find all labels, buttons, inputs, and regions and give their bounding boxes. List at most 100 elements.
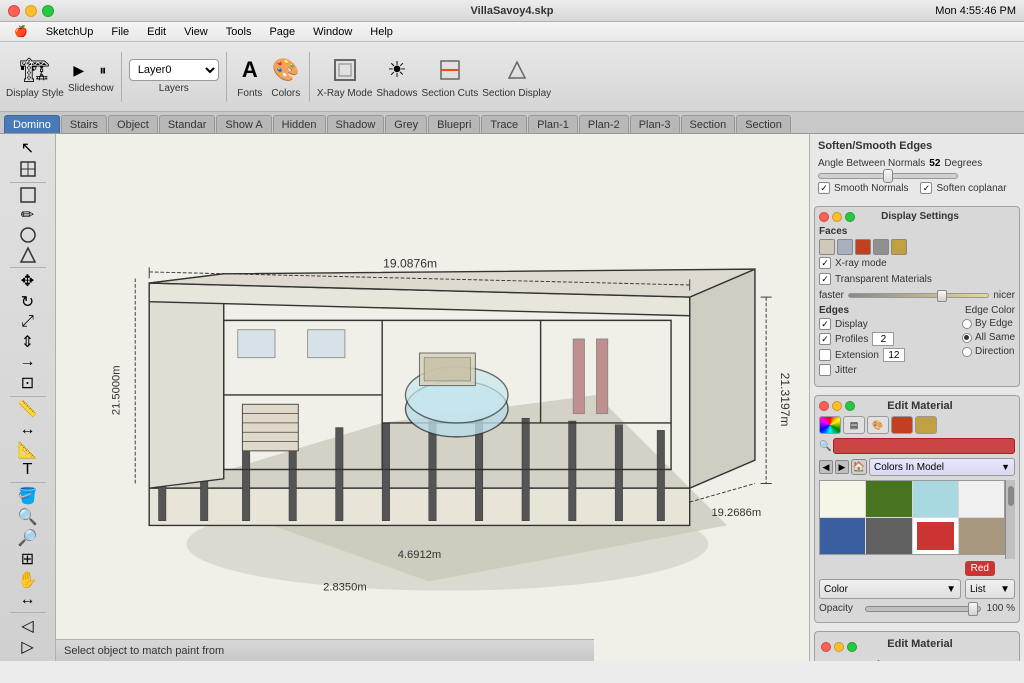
ds-min-btn[interactable] (832, 212, 842, 222)
swatch-4[interactable] (959, 481, 1004, 517)
offset-tool[interactable]: ⊡ (14, 373, 42, 393)
paint-tool[interactable]: 🪣 (14, 486, 42, 506)
minimize-button[interactable] (25, 5, 37, 17)
color-sliders-icon[interactable]: ▤ (843, 416, 865, 434)
menu-window[interactable]: Window (305, 23, 360, 41)
menu-sketchup[interactable]: SketchUp (38, 23, 102, 41)
color-selector-dropdown[interactable]: Color ▼ (819, 579, 961, 599)
ds-max-btn[interactable] (845, 212, 855, 222)
search-bar[interactable] (833, 438, 1015, 454)
menu-tools[interactable]: Tools (218, 23, 260, 41)
tab-shadow[interactable]: Shadow (327, 115, 385, 133)
em-bottom-close[interactable] (821, 642, 831, 652)
pan-tool[interactable]: ✋ (14, 570, 42, 590)
display-style-icon[interactable]: 🏗 (19, 54, 51, 86)
text-tool[interactable]: T (14, 461, 42, 479)
profiles-checkbox[interactable]: ✓ (819, 333, 831, 345)
fonts-icon[interactable]: A (234, 54, 266, 86)
list-selector-dropdown[interactable]: List ▼ (965, 579, 1015, 599)
select-tool[interactable]: ↖ (14, 138, 42, 158)
maximize-button[interactable] (42, 5, 54, 17)
tab-bluepri[interactable]: Bluepri (428, 115, 480, 133)
profiles-value[interactable] (872, 332, 894, 346)
menu-file[interactable]: File (103, 23, 137, 41)
ds-close-btn[interactable] (819, 212, 829, 222)
color-palette-icon[interactable]: 🎨 (867, 416, 889, 434)
shape-tool[interactable] (14, 246, 42, 264)
menu-page[interactable]: Page (261, 23, 303, 41)
close-button[interactable] (8, 5, 20, 17)
jitter-checkbox[interactable] (819, 364, 831, 376)
em-min-btn[interactable] (832, 401, 842, 411)
zoom-extents-tool[interactable]: ⊞ (14, 549, 42, 569)
color-wheel-icon[interactable] (819, 416, 841, 434)
extension-value[interactable] (883, 348, 905, 362)
display-edges-checkbox[interactable]: ✓ (819, 318, 831, 330)
section-cuts-icon[interactable] (434, 54, 466, 86)
menu-view[interactable]: View (176, 23, 216, 41)
menu-edit[interactable]: Edit (139, 23, 174, 41)
direction-radio[interactable] (962, 347, 972, 357)
section-display-icon[interactable] (501, 54, 533, 86)
face-icon-4[interactable] (873, 239, 889, 255)
tab-hidden[interactable]: Hidden (273, 115, 326, 133)
em-close-btn[interactable] (819, 401, 829, 411)
color-pencil-icon[interactable] (915, 416, 937, 434)
shadows-icon[interactable]: ☀ (381, 54, 413, 86)
component-tool[interactable] (14, 159, 42, 179)
tab-section-1[interactable]: Section (681, 115, 736, 133)
all-same-radio[interactable] (962, 333, 972, 343)
tab-domino[interactable]: Domino (4, 115, 60, 133)
slider-thumb[interactable] (883, 169, 893, 183)
orbit-tool[interactable]: ↔ (14, 591, 42, 609)
tab-plan-1[interactable]: Plan-1 (528, 115, 578, 133)
dimension-tool[interactable]: ↔ (14, 420, 42, 438)
pencil-tool[interactable]: ✏ (14, 205, 42, 225)
tab-plan-3[interactable]: Plan-3 (630, 115, 680, 133)
transparent-checkbox[interactable]: ✓ (819, 273, 831, 285)
nav-forward-btn[interactable]: ▶ (835, 460, 849, 474)
zoom-window-tool[interactable]: 🔎 (14, 528, 42, 548)
play-button[interactable]: ▶ (68, 59, 90, 81)
smooth-normals-checkbox[interactable]: ✓ (818, 182, 830, 194)
face-icon-1[interactable] (819, 239, 835, 255)
soften-coplanar-checkbox[interactable]: ✓ (920, 182, 932, 194)
tab-plan-2[interactable]: Plan-2 (579, 115, 629, 133)
extension-checkbox[interactable] (819, 349, 831, 361)
color-image-icon[interactable] (891, 416, 913, 434)
tab-section-2[interactable]: Section (736, 115, 791, 133)
colors-in-model-dropdown[interactable]: Colors In Model ▼ (869, 458, 1015, 476)
swatch-1[interactable] (820, 481, 865, 517)
swatch-6[interactable] (866, 518, 911, 554)
pause-button[interactable]: ⏸ (92, 59, 114, 81)
swatch-8[interactable] (959, 518, 1004, 554)
swatch-7[interactable] (913, 518, 958, 554)
face-icon-2[interactable] (837, 239, 853, 255)
scale-tool[interactable]: ⤢ (14, 313, 42, 331)
face-icon-5[interactable] (891, 239, 907, 255)
em-max-btn[interactable] (845, 401, 855, 411)
zoom-tool[interactable]: 🔍 (14, 507, 42, 527)
opacity-thumb[interactable] (968, 602, 978, 616)
xray-checkbox[interactable]: ✓ (819, 257, 831, 269)
tape-tool[interactable]: 📏 (14, 399, 42, 419)
colors-icon[interactable]: 🎨 (270, 54, 302, 86)
rotate-tool[interactable]: ↻ (14, 292, 42, 312)
home-btn[interactable]: 🏠 (851, 459, 867, 475)
swatches-scrollbar[interactable] (1005, 480, 1015, 559)
pushpull-tool[interactable]: ⇕ (14, 332, 42, 352)
followme-tool[interactable]: → (14, 353, 42, 371)
menu-apple[interactable]: 🍎 (6, 23, 36, 41)
circle-tool[interactable] (14, 226, 42, 244)
xray-icon[interactable] (329, 54, 361, 86)
swatch-5[interactable] (820, 518, 865, 554)
by-edge-radio[interactable] (962, 319, 972, 329)
face-icon-3[interactable] (855, 239, 871, 255)
menu-help[interactable]: Help (362, 23, 401, 41)
layer-dropdown[interactable]: Layer0 (129, 59, 219, 81)
tab-stairs[interactable]: Stairs (61, 115, 107, 133)
nav-back-btn[interactable]: ◀ (819, 460, 833, 474)
em-bottom-max[interactable] (847, 642, 857, 652)
swatch-3[interactable] (913, 481, 958, 517)
em-bottom-min[interactable] (834, 642, 844, 652)
